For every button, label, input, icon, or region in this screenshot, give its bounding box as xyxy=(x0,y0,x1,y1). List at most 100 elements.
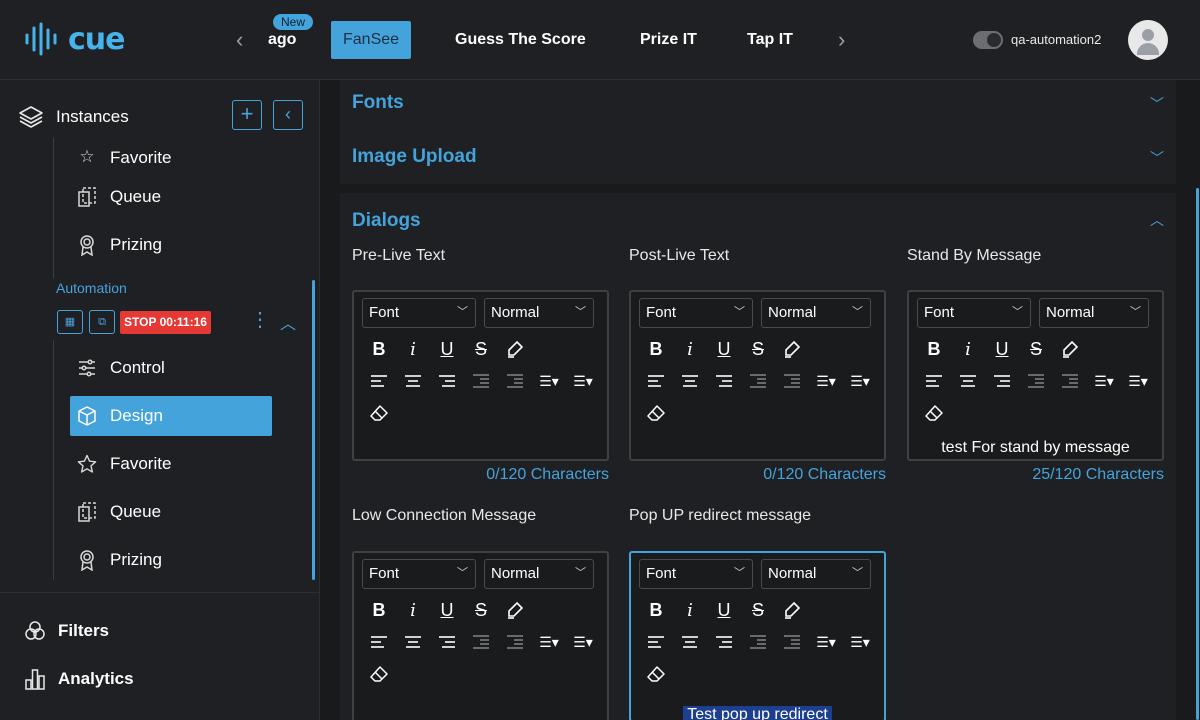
align-center-icon[interactable] xyxy=(951,369,985,393)
size-select[interactable]: Normal ﹀ xyxy=(1039,298,1149,328)
qr-code-button[interactable]: ▦ xyxy=(57,310,83,334)
highlighter-icon[interactable] xyxy=(1053,337,1087,361)
indent-icon[interactable] xyxy=(775,369,809,393)
sidebar-item-queue-top[interactable]: Queue xyxy=(70,177,272,217)
align-center-icon[interactable] xyxy=(396,369,430,393)
editor-content[interactable]: test For stand by message xyxy=(909,439,1162,457)
align-right-icon[interactable] xyxy=(707,369,741,393)
theme-toggle[interactable] xyxy=(973,31,1003,49)
section-fonts[interactable]: Fonts ﹀ xyxy=(340,80,1176,132)
sidebar-item-favorite-top[interactable]: ☆ Favorite xyxy=(70,130,272,168)
ordered-list-icon[interactable]: ☰▾ xyxy=(809,630,843,654)
font-select[interactable]: Font ﹀ xyxy=(639,298,753,328)
chevron-up-icon[interactable]: ︿ xyxy=(280,310,296,334)
chevron-down-icon[interactable]: ﹀ xyxy=(1150,148,1164,168)
size-select[interactable]: Normal ﹀ xyxy=(484,298,594,328)
eraser-icon[interactable] xyxy=(917,401,951,425)
align-left-icon[interactable] xyxy=(362,369,396,393)
outdent-icon[interactable] xyxy=(741,369,775,393)
font-select[interactable]: Font ﹀ xyxy=(362,559,476,589)
italic-icon[interactable]: i xyxy=(673,598,707,622)
open-external-button[interactable]: ⧉ xyxy=(89,310,115,334)
bold-icon[interactable]: B xyxy=(362,598,396,622)
avatar[interactable] xyxy=(1128,20,1168,60)
align-left-icon[interactable] xyxy=(362,630,396,654)
main-scrollbar[interactable] xyxy=(1196,188,1199,720)
chevron-down-icon[interactable]: ﹀ xyxy=(1150,94,1164,114)
tab-fansee[interactable]: FanSee xyxy=(331,21,412,59)
underline-icon[interactable]: U xyxy=(707,337,741,361)
sidebar-scrollbar[interactable] xyxy=(312,280,315,580)
app-logo[interactable]: cue xyxy=(24,22,125,57)
align-left-icon[interactable] xyxy=(639,369,673,393)
bullet-list-icon[interactable]: ☰▾ xyxy=(566,630,600,654)
sidebar-item-prizing[interactable]: Prizing xyxy=(70,540,272,580)
more-options-icon[interactable]: ⋮ xyxy=(250,310,270,330)
editor-content[interactable]: Test pop up redirect xyxy=(631,706,884,720)
underline-icon[interactable]: U xyxy=(430,337,464,361)
outdent-icon[interactable] xyxy=(464,369,498,393)
strikethrough-icon[interactable]: S xyxy=(464,598,498,622)
eraser-icon[interactable] xyxy=(639,662,673,686)
strikethrough-icon[interactable]: S xyxy=(1019,337,1053,361)
sidebar-item-prizing-top[interactable]: Prizing xyxy=(70,225,272,265)
bullet-list-icon[interactable]: ☰▾ xyxy=(843,369,877,393)
outdent-icon[interactable] xyxy=(741,630,775,654)
rich-text-editor-1[interactable]: Font ﹀ Normal ﹀ B i U S ☰▾ ☰▾ xyxy=(629,290,886,461)
align-right-icon[interactable] xyxy=(985,369,1019,393)
strikethrough-icon[interactable]: S xyxy=(741,598,775,622)
underline-icon[interactable]: U xyxy=(707,598,741,622)
sidebar-item-control[interactable]: Control xyxy=(70,348,272,388)
automation-label[interactable]: Automation xyxy=(56,280,127,296)
sidebar-item-design[interactable]: Design xyxy=(70,396,272,436)
tab-guess-the-score[interactable]: Guess The Score xyxy=(443,21,598,59)
eraser-icon[interactable] xyxy=(639,401,673,425)
chevron-up-icon[interactable]: ︿ xyxy=(1150,210,1164,230)
eraser-icon[interactable] xyxy=(362,662,396,686)
size-select[interactable]: Normal ﹀ xyxy=(484,559,594,589)
italic-icon[interactable]: i xyxy=(396,598,430,622)
italic-icon[interactable]: i xyxy=(673,337,707,361)
size-select[interactable]: Normal ﹀ xyxy=(761,559,871,589)
indent-icon[interactable] xyxy=(498,630,532,654)
rich-text-editor-2[interactable]: Font ﹀ Normal ﹀ B i U S ☰▾ ☰▾ test For s… xyxy=(907,290,1164,461)
tab-tap-it[interactable]: Tap IT xyxy=(735,21,805,59)
align-center-icon[interactable] xyxy=(673,630,707,654)
sidebar-item-queue[interactable]: Queue xyxy=(70,492,272,532)
ordered-list-icon[interactable]: ☰▾ xyxy=(532,630,566,654)
highlighter-icon[interactable] xyxy=(498,598,532,622)
indent-icon[interactable] xyxy=(498,369,532,393)
stop-timer-button[interactable]: STOP 00:11:16 xyxy=(120,311,211,334)
highlighter-icon[interactable] xyxy=(775,598,809,622)
bold-icon[interactable]: B xyxy=(917,337,951,361)
align-center-icon[interactable] xyxy=(673,369,707,393)
size-select[interactable]: Normal ﹀ xyxy=(761,298,871,328)
rich-text-editor-3[interactable]: Font ﹀ Normal ﹀ B i U S ☰▾ ☰▾ xyxy=(352,551,609,720)
strikethrough-icon[interactable]: S xyxy=(464,337,498,361)
nav-next-icon[interactable]: › xyxy=(838,29,845,51)
rich-text-editor-4[interactable]: Font ﹀ Normal ﹀ B i U S ☰▾ ☰▾ Test pop u… xyxy=(629,551,886,720)
bullet-list-icon[interactable]: ☰▾ xyxy=(843,630,877,654)
italic-icon[interactable]: i xyxy=(951,337,985,361)
indent-icon[interactable] xyxy=(775,630,809,654)
underline-icon[interactable]: U xyxy=(985,337,1019,361)
bold-icon[interactable]: B xyxy=(639,598,673,622)
ordered-list-icon[interactable]: ☰▾ xyxy=(532,369,566,393)
underline-icon[interactable]: U xyxy=(430,598,464,622)
tab-ago[interactable]: ago xyxy=(256,21,304,59)
sidebar-item-favorite[interactable]: Favorite xyxy=(70,444,272,484)
indent-icon[interactable] xyxy=(1053,369,1087,393)
highlighter-icon[interactable] xyxy=(775,337,809,361)
sidebar-item-analytics[interactable]: Analytics xyxy=(24,668,134,690)
nav-prev-icon[interactable]: ‹ xyxy=(236,29,243,51)
strikethrough-icon[interactable]: S xyxy=(741,337,775,361)
outdent-icon[interactable] xyxy=(1019,369,1053,393)
font-select[interactable]: Font ﹀ xyxy=(917,298,1031,328)
italic-icon[interactable]: i xyxy=(396,337,430,361)
align-right-icon[interactable] xyxy=(430,630,464,654)
align-center-icon[interactable] xyxy=(396,630,430,654)
highlighter-icon[interactable] xyxy=(498,337,532,361)
outdent-icon[interactable] xyxy=(464,630,498,654)
rich-text-editor-0[interactable]: Font ﹀ Normal ﹀ B i U S ☰▾ ☰▾ xyxy=(352,290,609,461)
align-left-icon[interactable] xyxy=(639,630,673,654)
